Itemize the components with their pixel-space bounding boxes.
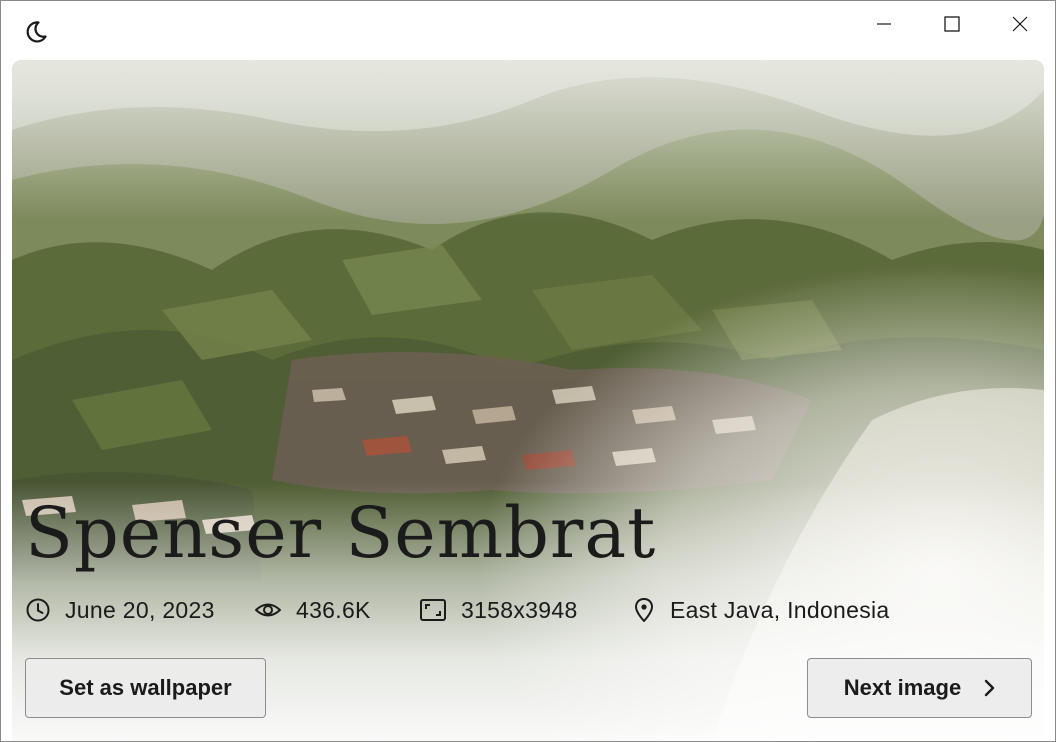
photographer-name: Spenser Sembrat [25, 492, 657, 574]
meta-date: June 20, 2023 [25, 596, 215, 624]
title-bar [1, 1, 1055, 59]
meta-views: 436.6K [254, 596, 371, 624]
set-wallpaper-label: Set as wallpaper [59, 675, 232, 700]
meta-location-text: East Java, Indonesia [670, 596, 890, 623]
chevron-right-icon [983, 679, 995, 697]
maximize-icon [944, 16, 960, 32]
location-pin-icon [635, 598, 653, 622]
aspect-ratio-icon [420, 599, 446, 621]
minimize-button[interactable] [850, 1, 918, 47]
next-image-label: Next image [843, 675, 962, 700]
close-button[interactable] [986, 1, 1054, 47]
minimize-icon [877, 23, 891, 25]
meta-date-text: June 20, 2023 [65, 596, 215, 623]
close-icon [1012, 16, 1028, 32]
eye-icon [255, 603, 281, 617]
maximize-button[interactable] [918, 1, 986, 47]
set-wallpaper-button[interactable]: Set as wallpaper [25, 658, 266, 718]
wallpaper-preview: Spenser Sembrat June 20, 2023 436.6K 315… [12, 60, 1044, 741]
clock-icon [26, 598, 50, 622]
meta-resolution-text: 3158x3948 [461, 596, 578, 623]
app-window: Spenser Sembrat June 20, 2023 436.6K 315… [0, 0, 1056, 742]
meta-location: East Java, Indonesia [632, 596, 890, 624]
meta-views-text: 436.6K [296, 596, 371, 623]
next-image-button[interactable]: Next image [807, 658, 1032, 718]
meta-resolution: 3158x3948 [419, 596, 578, 624]
bottom-fade [12, 60, 1044, 741]
moon-icon[interactable] [23, 19, 49, 45]
